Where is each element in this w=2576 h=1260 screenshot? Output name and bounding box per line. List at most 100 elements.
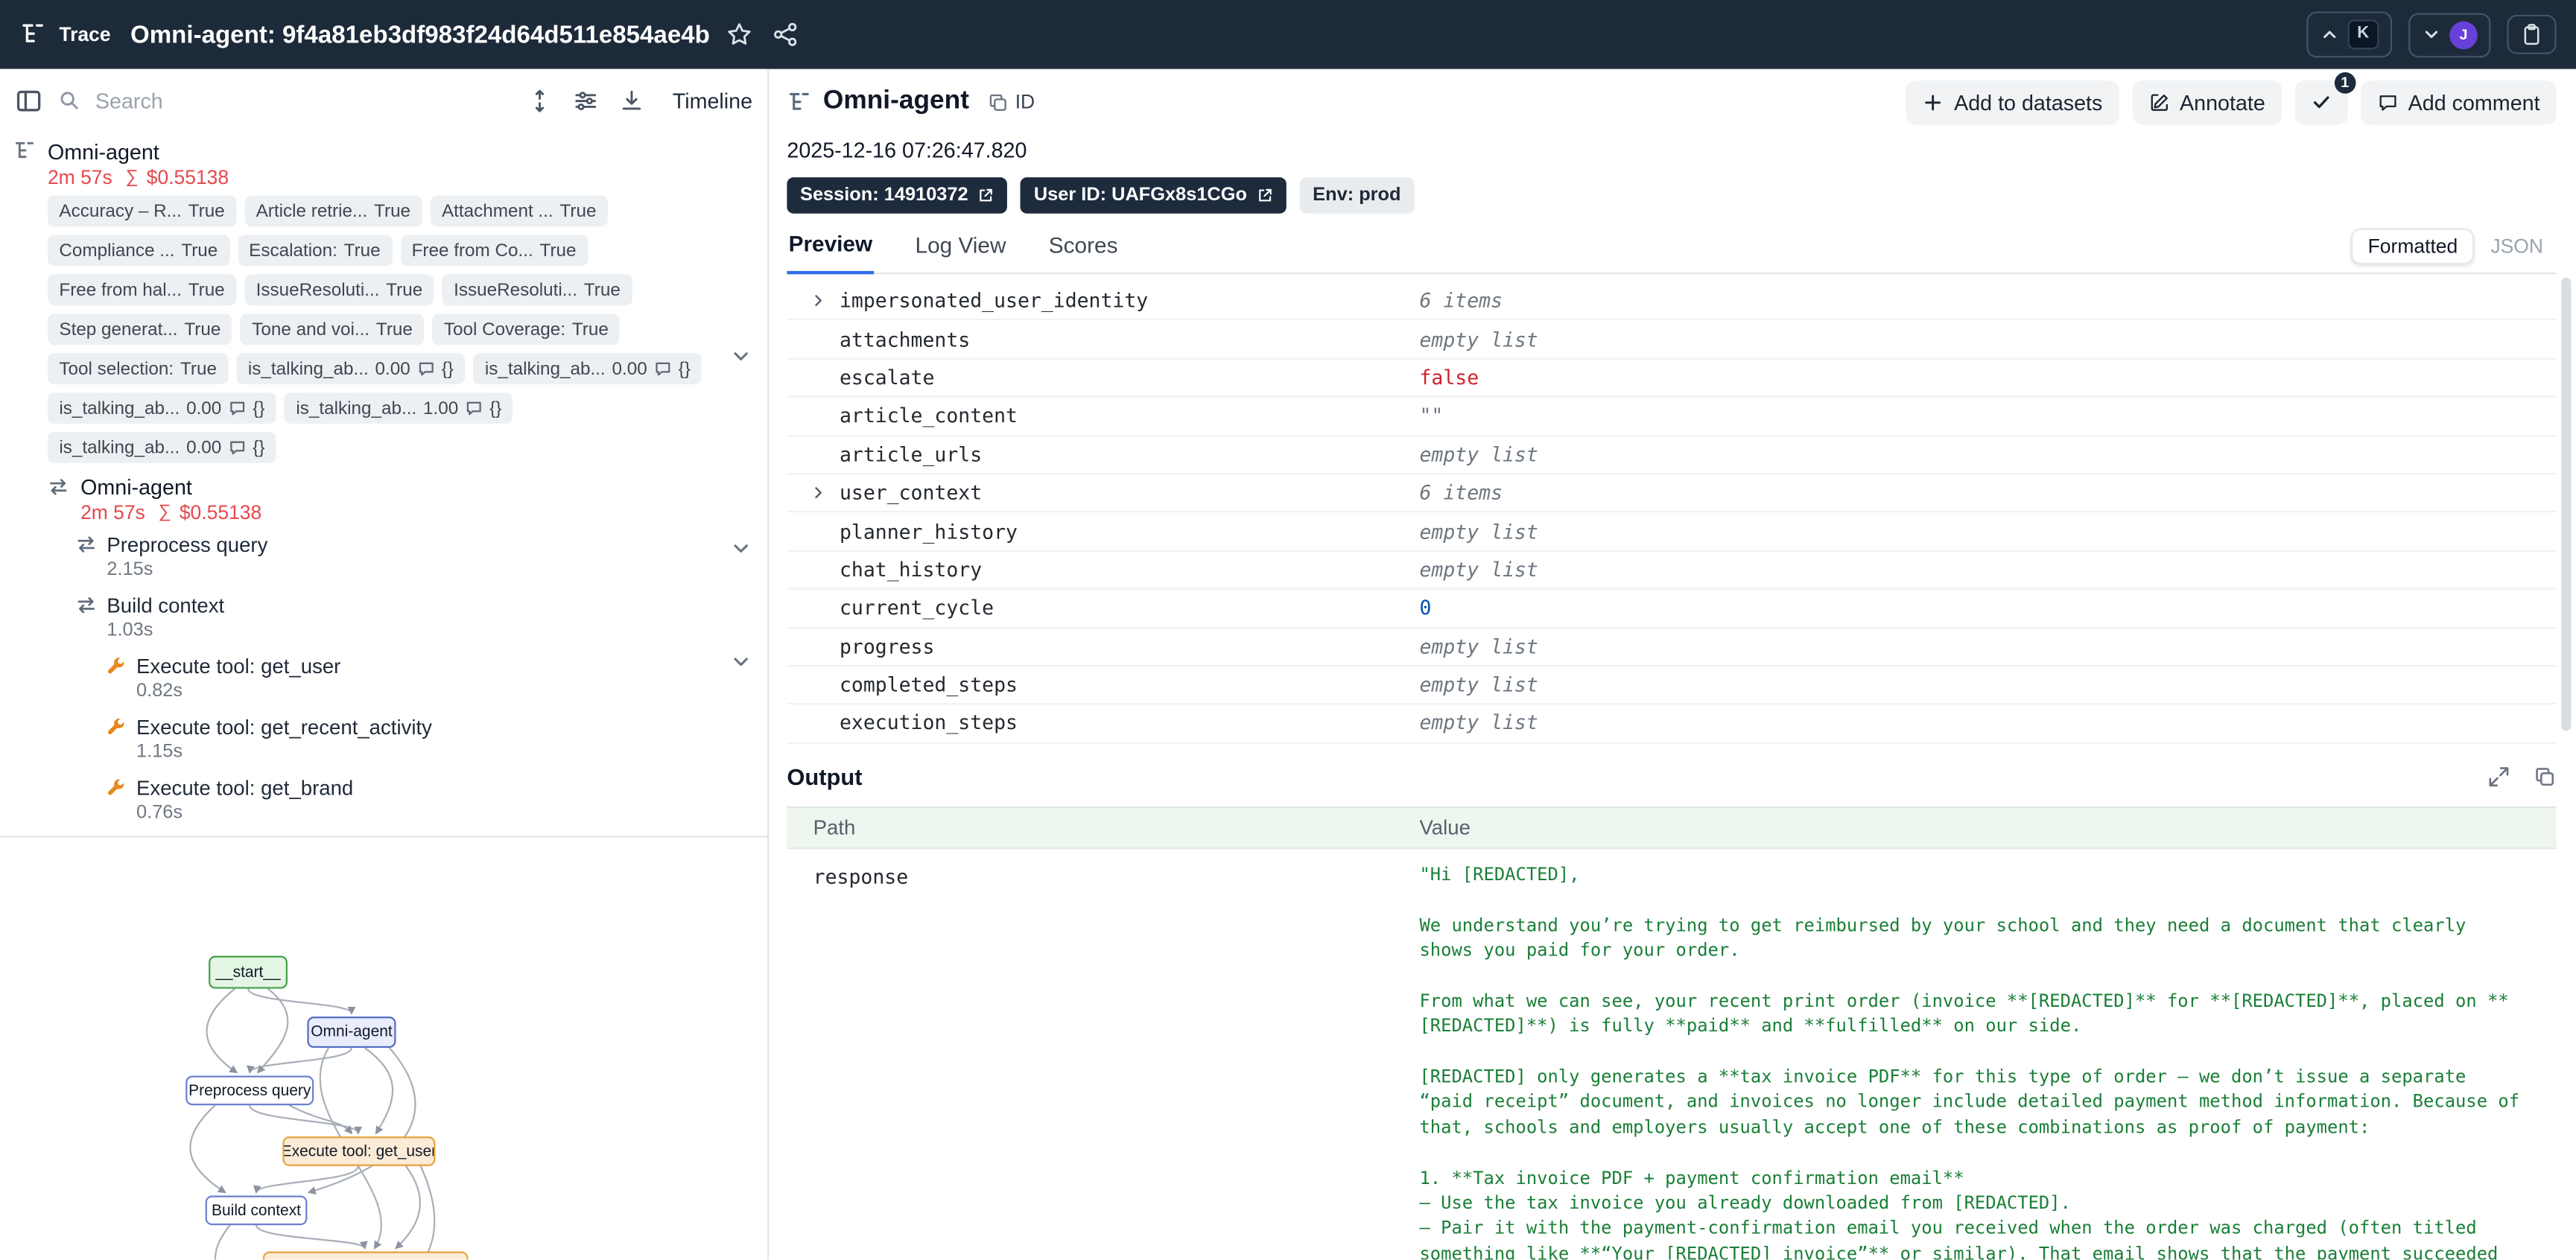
wrench-icon <box>105 655 127 677</box>
input-row-planner_history: planner_historyempty list <box>787 513 2556 552</box>
feedback-chip[interactable]: Attachment ...True <box>431 195 608 226</box>
input-value: empty list <box>1419 328 2556 351</box>
tab-scores[interactable]: Scores <box>1047 233 1120 273</box>
tree-step[interactable]: Build context1.03s <box>75 593 767 642</box>
expand-all-icon[interactable] <box>528 88 553 112</box>
collapse-child-chevron[interactable] <box>729 537 752 560</box>
output-value: "Hi [REDACTED], We understand you’re try… <box>1419 862 2556 1259</box>
copy-id-button[interactable]: ID <box>987 90 1035 113</box>
input-value: empty list <box>1419 673 2556 696</box>
tree-step[interactable]: Preprocess query2.15s <box>75 532 767 582</box>
input-key: attachments <box>840 328 970 351</box>
wrench-icon <box>105 716 127 738</box>
comment-icon <box>465 399 483 417</box>
feedback-chip[interactable]: is_talking_ab...0.00{} <box>473 353 702 384</box>
external-link-icon <box>1257 187 1273 203</box>
annotation-queue-button[interactable]: 1 <box>2294 80 2347 124</box>
graph-node-preprocess-query[interactable]: Preprocess query <box>185 1076 314 1106</box>
comment-icon <box>417 360 435 378</box>
input-row-user_context[interactable]: user_context 6 items <box>787 474 2556 513</box>
user-id-badge[interactable]: User ID: UAFGx8s1CGo <box>1021 177 1287 214</box>
scrollbar[interactable] <box>2561 278 2571 731</box>
copy-icon <box>987 91 1009 112</box>
search-input[interactable] <box>92 86 378 114</box>
next-trace-button[interactable]: J <box>2408 13 2490 57</box>
input-row-current_cycle: current_cycle0 <box>787 590 2556 629</box>
feedback-chip[interactable]: Accuracy – R...True <box>48 195 236 226</box>
output-key: response <box>787 862 1419 888</box>
add-comment-button[interactable]: Add comment <box>2361 80 2557 124</box>
feedback-chip[interactable]: is_talking_ab...0.00{} <box>48 432 276 463</box>
feedback-chip[interactable]: is_talking_ab...1.00{} <box>285 392 513 424</box>
pencil-icon <box>2148 91 2170 112</box>
key-hint-k: K <box>2347 19 2379 49</box>
graph-node-start[interactable]: __start__ <box>209 956 288 989</box>
collapse-build-context-chevron[interactable] <box>729 650 752 673</box>
prev-trace-button[interactable]: K <box>2306 11 2392 57</box>
trace-label: Trace <box>59 23 110 46</box>
input-value: empty list <box>1419 635 2556 658</box>
feedback-chip[interactable]: is_talking_ab...0.00{} <box>236 353 465 384</box>
star-icon[interactable] <box>723 18 755 51</box>
trace-tree-icon <box>19 22 45 48</box>
chevron-right-icon[interactable] <box>810 293 840 309</box>
tab-preview[interactable]: Preview <box>787 232 874 274</box>
graph-node-partial[interactable] <box>263 1252 469 1259</box>
input-key: current_cycle <box>840 596 994 620</box>
feedback-chip[interactable]: IssueResoluti...True <box>442 274 632 305</box>
input-value: 6 items <box>1419 481 2556 504</box>
formatted-toggle[interactable]: Formatted <box>2352 229 2475 265</box>
input-value: empty list <box>1419 443 2556 466</box>
collapse-panel-icon[interactable] <box>15 86 42 114</box>
feedback-chip[interactable]: Escalation:True <box>238 235 392 266</box>
feedback-chip[interactable]: IssueResoluti...True <box>244 274 434 305</box>
feedback-chip[interactable]: Step generat...True <box>48 314 232 345</box>
graph-node-omni-agent[interactable]: Omni-agent <box>307 1017 396 1049</box>
feedback-chip[interactable]: Free from Co...True <box>400 235 588 266</box>
input-key: planner_history <box>840 520 1018 543</box>
share-icon[interactable] <box>769 18 802 51</box>
exchange-icon <box>75 594 97 616</box>
copy-output-icon[interactable] <box>2534 765 2557 788</box>
download-icon[interactable] <box>620 88 644 112</box>
input-kv-table: impersonated_user_identity6 items attachm… <box>787 282 2556 743</box>
filter-sliders-icon[interactable] <box>574 88 598 112</box>
output-section: Output Path Value response "Hi [REDACTED… <box>787 760 2556 1259</box>
tree-step[interactable]: Execute tool: get_user0.82s <box>105 654 767 703</box>
feedback-chip[interactable]: Tool selection:True <box>48 353 228 384</box>
feedback-chip[interactable]: Tone and voi...True <box>241 314 425 345</box>
graph-node-execute-tool-get-user[interactable]: Execute tool: get_user <box>282 1137 435 1167</box>
trace-root-row[interactable]: Omni-agent <box>13 138 767 164</box>
add-to-datasets-button[interactable]: Add to datasets <box>1906 80 2119 124</box>
feedback-chip[interactable]: Compliance ...True <box>48 235 229 266</box>
input-key: chat_history <box>840 559 982 582</box>
tree-step[interactable]: Execute tool: get_brand0.76s <box>105 775 767 824</box>
feedback-chips: Accuracy – R...True Article retrie...True… <box>48 195 744 462</box>
input-key: user_context <box>840 481 982 504</box>
tree-step[interactable]: Execute tool: get_recent_activity1.15s <box>105 714 767 763</box>
value-column-header: Value <box>1419 815 1470 839</box>
run-header: Omni-agent ID Add to datasets Annotate <box>787 79 2556 125</box>
clipboard-button[interactable] <box>2507 15 2556 54</box>
tab-log-view[interactable]: Log View <box>913 233 1007 273</box>
feedback-chip[interactable]: is_talking_ab...0.00{} <box>48 392 276 424</box>
annotate-button[interactable]: Annotate <box>2132 80 2282 124</box>
input-row-impersonated_user_identity[interactable]: impersonated_user_identity6 items <box>787 282 2556 321</box>
timeline-view-toggle[interactable]: Timeline <box>673 88 752 112</box>
chevron-right-icon[interactable] <box>810 485 840 501</box>
collapse-root-chevron[interactable] <box>729 345 752 368</box>
child-name: Omni-agent <box>80 474 192 498</box>
output-table-header: Path Value <box>787 806 2556 848</box>
tree-child-row[interactable]: Omni-agent <box>48 473 767 499</box>
graph-node-build-context[interactable]: Build context <box>206 1196 308 1226</box>
trace-tree-icon <box>13 139 37 162</box>
expand-output-icon[interactable] <box>2487 765 2510 788</box>
feedback-chip[interactable]: Tool Coverage:True <box>432 314 620 345</box>
feedback-chip[interactable]: Article retrie...True <box>244 195 422 226</box>
session-badge[interactable]: Session: 14910372 <box>787 177 1007 214</box>
feedback-chip[interactable]: Free from hal...True <box>48 274 236 305</box>
input-row-completed_steps: completed_stepsempty list <box>787 666 2556 705</box>
comment-icon <box>228 439 246 456</box>
search-icon <box>57 89 80 112</box>
json-toggle[interactable]: JSON <box>2478 230 2557 263</box>
